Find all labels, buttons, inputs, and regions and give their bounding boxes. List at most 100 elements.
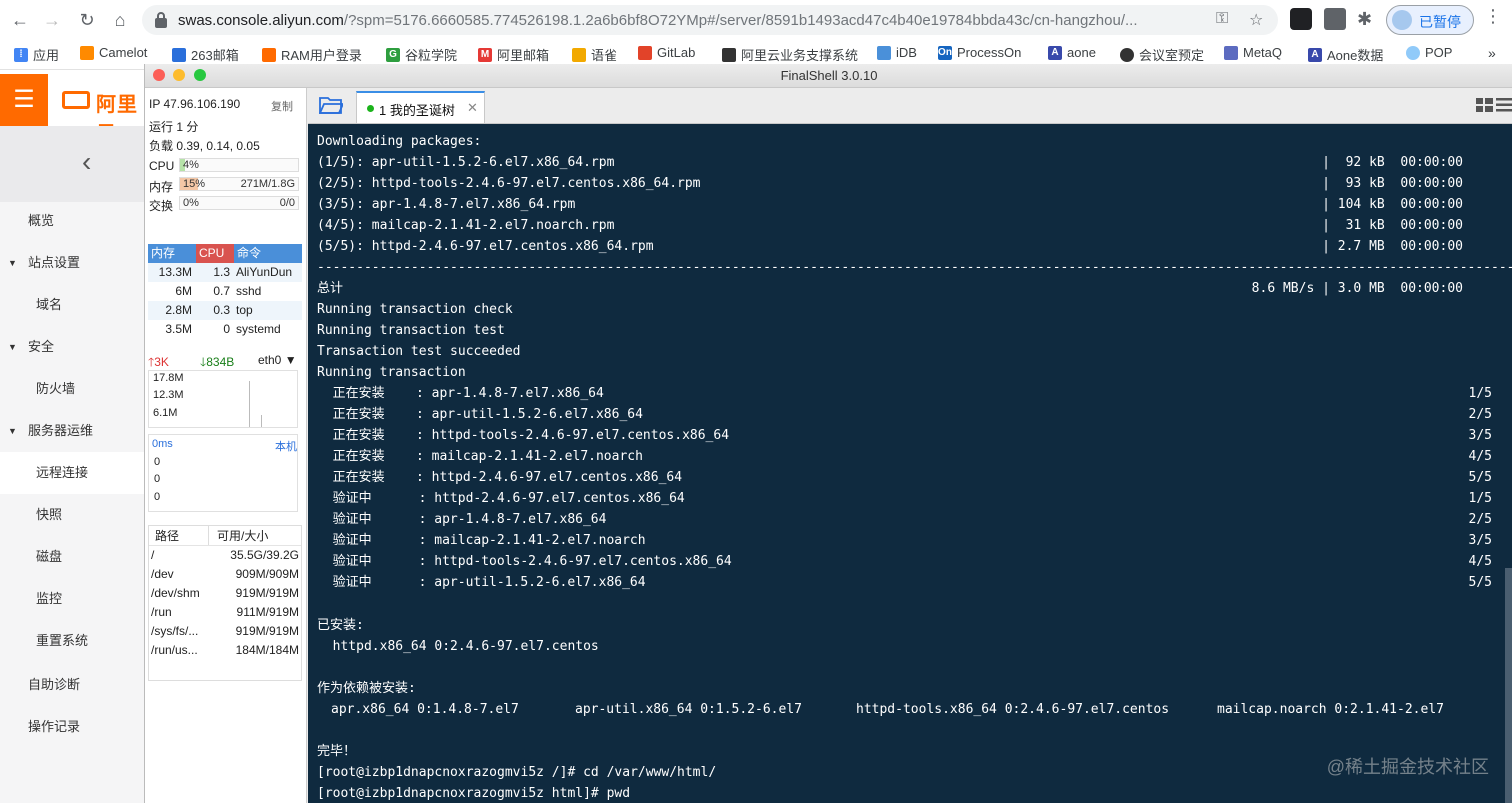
terminal-action-line: 正在安装 : apr-1.4.8-7.el7.x86_64 <box>317 386 604 401</box>
terminal-scrollbar[interactable] <box>1505 568 1512 803</box>
process-row[interactable]: 2.8M 0.3 top <box>148 301 302 320</box>
nav-server-ops[interactable]: 服务器运维 <box>0 410 148 452</box>
terminal-dep: apr-util.x86_64 0:1.5.2-6.el7 <box>575 702 802 717</box>
copy-ip-button[interactable]: 复制 <box>271 98 293 114</box>
lock-icon <box>155 12 167 28</box>
close-tab-icon[interactable]: ✕ <box>467 100 478 116</box>
disk-row[interactable]: /run 911M/919M <box>149 603 301 622</box>
col-command[interactable]: 命令 <box>234 244 302 263</box>
download-extension-icon[interactable] <box>1324 8 1346 30</box>
nav-self-diagnose[interactable]: 自助诊断 <box>0 664 148 706</box>
list-layout-icon[interactable] <box>1496 98 1512 112</box>
extension-icon[interactable] <box>1290 8 1312 30</box>
mail-cloud-icon <box>172 47 186 62</box>
disk-row[interactable]: /dev 909M/909M <box>149 565 301 584</box>
disk-row[interactable]: /dev/shm 919M/919M <box>149 584 301 603</box>
latency-graph: 0ms 本机 0 0 0 <box>148 434 302 512</box>
nav-monitor[interactable]: 监控 <box>0 578 148 620</box>
bookmark-meeting[interactable]: 会议室预定 <box>1120 45 1204 64</box>
bookmark-camelot[interactable]: Camelot <box>80 45 147 60</box>
key-icon[interactable]: ⚿ <box>1216 10 1228 28</box>
process-row[interactable]: 13.3M 1.3 AliYunDun <box>148 263 302 282</box>
tab-session-1[interactable]: 1 我的圣诞树 ✕ <box>356 91 485 123</box>
terminal-dep: apr.x86_64 0:1.4.8-7.el7 <box>331 702 519 717</box>
bookmark-idb[interactable]: iDB <box>877 45 917 60</box>
browser-chrome: ← → ↻ ⌂ swas.console.aliyun.com/?spm=517… <box>0 0 1512 70</box>
process-row[interactable]: 6M 0.7 sshd <box>148 282 302 301</box>
reload-icon[interactable]: ↻ <box>75 8 99 32</box>
bookmark-aliyun-support[interactable]: 阿里云业务支撑系统 <box>722 45 858 64</box>
disk-row[interactable]: / 35.5G/39.2G <box>149 546 301 565</box>
disk-row[interactable]: /run/us... 184M/184M <box>149 641 301 660</box>
nav-overview[interactable]: 概览 <box>0 200 148 242</box>
forward-icon[interactable]: → <box>40 8 64 32</box>
terminal-action-count: 4/5 <box>1468 449 1492 464</box>
terminal-package-line: (2/5): httpd-tools-2.4.6-97.el7.centos.x… <box>317 176 701 191</box>
bookmark-aone[interactable]: Aaone <box>1048 45 1096 60</box>
cpu-meter: 4% <box>179 158 299 172</box>
bookmark-processon[interactable]: On ProcessOn <box>938 45 1021 60</box>
profile-button[interactable]: 已暂停 <box>1386 5 1474 35</box>
nav-disk[interactable]: 磁盘 <box>0 536 148 578</box>
bookmark-guli[interactable]: G 谷粒学院 <box>386 45 457 64</box>
disk-usage: 911M/919M <box>236 605 299 619</box>
address-bar[interactable]: swas.console.aliyun.com/?spm=5176.666058… <box>142 5 1278 35</box>
aliyun-icon <box>262 47 276 62</box>
bookmark-apps[interactable]: ⁞ 应用 <box>14 45 59 64</box>
network-graph: 🡑3K 🡓834B eth0 ▼ 17.8M 12.3M 6.1M <box>148 350 302 428</box>
process-row[interactable]: 3.5M 0 systemd <box>148 320 302 339</box>
bookmark-gitlab[interactable]: GitLab <box>638 45 695 60</box>
bookmark-yuque[interactable]: 语雀 <box>572 45 617 64</box>
cpu-percent: 4% <box>183 159 199 171</box>
nav-snapshot[interactable]: 快照 <box>0 494 148 536</box>
col-mem[interactable]: 内存 <box>148 244 196 263</box>
nav-security[interactable]: 安全 <box>0 326 148 368</box>
bookmark-ram-login[interactable]: RAM用户登录 <box>262 45 362 64</box>
hamburger-menu-icon[interactable]: ☰ <box>0 74 48 126</box>
puzzle-icon[interactable]: ✱ <box>1357 8 1379 30</box>
bookmark-aone-data[interactable]: A Aone数据 <box>1308 45 1383 64</box>
terminal-action-line: 正在安装 : httpd-2.4.6-97.el7.centos.x86_64 <box>317 470 683 485</box>
nav-operation-log[interactable]: 操作记录 <box>0 706 148 748</box>
browser-menu-icon[interactable]: ⋮ <box>1484 6 1502 27</box>
swap-meter: 0% 0/0 <box>179 196 299 210</box>
terminal[interactable]: Downloading packages: (1/5): apr-util-1.… <box>308 124 1512 803</box>
nav-site-settings[interactable]: 站点设置 <box>0 242 148 284</box>
col-path[interactable]: 路径 <box>149 526 209 545</box>
bookmark-263mail[interactable]: 263邮箱 <box>172 45 239 64</box>
nav-firewall[interactable]: 防火墙 <box>0 368 148 410</box>
terminal-action-count: 5/5 <box>1468 470 1492 485</box>
col-available[interactable]: 可用/大小 <box>209 526 301 545</box>
bookmark-metaq[interactable]: MetaQ <box>1224 45 1282 60</box>
process-cpu: 0.7 <box>213 284 230 298</box>
home-icon[interactable]: ⌂ <box>108 8 132 32</box>
bookmarks-overflow-icon[interactable]: » <box>1488 45 1496 61</box>
nav-domain[interactable]: 域名 <box>0 284 148 326</box>
terminal-package-line: (1/5): apr-util-1.5.2-6.el7.x86_64.rpm <box>317 155 615 170</box>
terminal-line: Downloading packages: <box>317 134 482 149</box>
terminal-dep: httpd-tools.x86_64 0:2.4.6-97.el7.centos <box>856 702 1170 717</box>
latency-host[interactable]: 本机 <box>275 438 297 454</box>
terminal-line: httpd.x86_64 0:2.4.6-97.el7.centos <box>317 639 599 654</box>
back-icon[interactable]: ← <box>8 8 32 32</box>
chevron-left-icon: ‹ <box>82 146 92 177</box>
nav-reset-system[interactable]: 重置系统 <box>0 620 148 662</box>
nav-remote-connect[interactable]: 远程连接 <box>0 452 148 494</box>
iface-select[interactable]: eth0 ▼ <box>258 353 297 367</box>
connected-status-dot <box>367 105 374 112</box>
star-icon[interactable]: ☆ <box>1249 10 1263 30</box>
bookmark-alimail[interactable]: M 阿里邮箱 <box>478 45 549 64</box>
aliyun-logo[interactable]: 阿里云 <box>48 74 148 145</box>
terminal-dep: mailcap.noarch 0:2.1.41-2.el7 <box>1217 702 1444 717</box>
terminal-package-line: (4/5): mailcap-2.1.41-2.el7.noarch.rpm <box>317 218 615 233</box>
process-command: systemd <box>236 322 281 336</box>
mem-percent: 15% <box>183 178 206 190</box>
back-button[interactable]: ‹ <box>0 126 148 202</box>
terminal-action-count: 5/5 <box>1468 575 1492 590</box>
bookmark-pop[interactable]: POP <box>1406 45 1452 60</box>
disk-row[interactable]: /sys/fs/... 919M/919M <box>149 622 301 641</box>
grid-layout-icon[interactable] <box>1476 98 1493 112</box>
folder-icon[interactable] <box>319 95 343 115</box>
col-cpu[interactable]: CPU <box>196 244 234 263</box>
disk-usage: 909M/909M <box>235 567 299 581</box>
